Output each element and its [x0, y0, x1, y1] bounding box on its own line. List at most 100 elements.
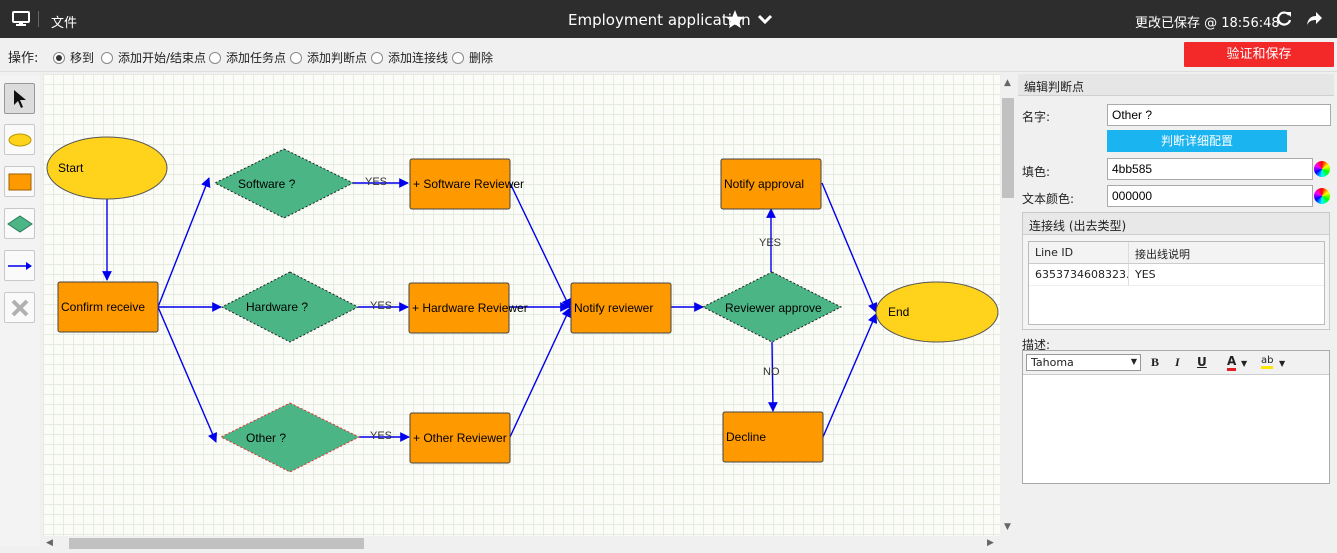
text-color-label: 文本颜色:	[1022, 192, 1075, 206]
operation-label: 操作:	[8, 51, 39, 66]
panel-header: 编辑判断点	[1018, 74, 1334, 96]
diamond-icon	[6, 214, 33, 233]
save-status: 更改已保存 @ 18:56:48	[1135, 16, 1280, 31]
radio-dot[interactable]	[452, 51, 464, 64]
scroll-right-icon[interactable]: ▶	[987, 538, 994, 548]
properties-panel: 编辑判断点 名字: 判断详细配置 填色: 文本颜色: 连接线 (出去类型) Li…	[1018, 74, 1334, 550]
fill-color-input[interactable]	[1107, 158, 1313, 180]
edge-approval-end[interactable]	[821, 182, 878, 313]
monitor-icon[interactable]	[12, 11, 30, 30]
grid-cell-line-id: 6353734608323...	[1029, 264, 1129, 285]
chevron-down-icon[interactable]	[757, 12, 773, 29]
start-node-label: Start	[58, 161, 84, 175]
close-icon	[11, 299, 28, 316]
scroll-up-icon[interactable]: ▲	[1004, 78, 1011, 88]
edge-label-approve-yes: YES	[759, 237, 781, 249]
mode-add-terminal-radio[interactable]: 添加开始/结束点	[101, 49, 206, 66]
font-color-dropdown-icon[interactable]: ▼	[1241, 359, 1247, 368]
mode-add-connector-radio[interactable]: 添加连接线	[371, 49, 448, 66]
scroll-left-icon[interactable]: ◀	[46, 538, 53, 548]
font-color-icon[interactable]: A	[1227, 355, 1237, 371]
pointer-tool[interactable]	[4, 83, 35, 114]
bold-icon[interactable]: B	[1151, 355, 1159, 370]
radio-label: 移到	[70, 51, 95, 65]
color-picker-icon[interactable]	[1314, 161, 1330, 177]
radio-dot[interactable]	[209, 51, 221, 64]
diamond-tool[interactable]	[4, 208, 35, 239]
description-editor[interactable]: Tahoma ▼ B I U A ▼ ab ▼	[1022, 350, 1330, 484]
highlight-icon[interactable]: ab	[1261, 355, 1274, 369]
ellipse-icon	[8, 133, 31, 146]
document-title: Employment application	[568, 11, 751, 29]
share-icon[interactable]	[1305, 11, 1323, 30]
software-reviewer-label: + Software Reviewer	[413, 177, 524, 191]
other-decision-node-selected[interactable]	[219, 402, 361, 473]
italic-icon[interactable]: I	[1175, 355, 1180, 370]
hardware-reviewer-label: + Hardware Reviewer	[412, 301, 528, 315]
validate-save-button[interactable]: 验证和保存	[1184, 42, 1334, 67]
radio-dot[interactable]	[371, 51, 383, 64]
editor-toolbar: Tahoma ▼ B I U A ▼ ab ▼	[1023, 351, 1329, 375]
name-label: 名字:	[1022, 110, 1051, 124]
file-menu[interactable]: 文件	[51, 12, 77, 31]
connector-lines-group: 连接线 (出去类型) Line ID 接出线说明 6353734608323..…	[1022, 212, 1330, 330]
radio-dot[interactable]	[101, 51, 113, 64]
shape-palette	[0, 76, 40, 546]
edge-label-hardware-yes: YES	[370, 300, 392, 312]
edge-confirm-other[interactable]	[157, 306, 218, 443]
grid-header-description[interactable]: 接出线说明	[1129, 242, 1324, 263]
horizontal-scroll-thumb[interactable]	[69, 538, 364, 549]
ellipse-tool[interactable]	[4, 124, 35, 155]
flowchart[interactable]: YES YES YES YES NO Start End Confirm rec…	[43, 74, 1000, 536]
grid-cell-description: YES	[1135, 268, 1156, 281]
radio-dot[interactable]	[290, 51, 302, 64]
grid-header-line-id[interactable]: Line ID	[1029, 242, 1129, 263]
decision-config-button[interactable]: 判断详细配置	[1107, 130, 1287, 152]
title-separator	[38, 11, 39, 27]
mode-add-task-radio[interactable]: 添加任务点	[209, 49, 286, 66]
text-color-input[interactable]	[1107, 185, 1313, 207]
other-decision-label: Other ?	[246, 431, 286, 445]
edge-confirm-software[interactable]	[157, 177, 211, 308]
radio-dot[interactable]	[53, 51, 65, 64]
underline-icon[interactable]: U	[1197, 355, 1207, 369]
scroll-down-icon[interactable]: ▼	[1004, 522, 1011, 532]
vertical-scroll-thumb[interactable]	[1002, 98, 1014, 198]
software-decision-label: Software ?	[238, 177, 296, 191]
radio-label: 添加判断点	[307, 51, 368, 65]
rectangle-tool[interactable]	[4, 166, 35, 197]
edge-label-software-yes: YES	[365, 176, 387, 188]
cursor-icon	[13, 89, 26, 108]
table-row[interactable]: 6353734608323... YES	[1029, 264, 1324, 286]
mode-delete-radio[interactable]: 删除	[452, 49, 493, 66]
other-reviewer-label: + Other Reviewer	[413, 431, 507, 445]
radio-label: 删除	[469, 51, 494, 65]
connector-lines-header: 连接线 (出去类型)	[1023, 213, 1329, 235]
star-icon[interactable]	[725, 10, 745, 32]
reviewer-approve-label: Reviewer approve	[725, 301, 822, 315]
edge-swrev-notify[interactable]	[509, 182, 571, 309]
radio-label: 添加连接线	[388, 51, 449, 65]
mode-add-decision-radio[interactable]: 添加判断点	[290, 49, 367, 66]
end-node-label: End	[888, 305, 909, 319]
arrow-right-icon	[7, 261, 32, 270]
color-picker-icon[interactable]	[1314, 188, 1330, 204]
font-select[interactable]: Tahoma ▼	[1026, 354, 1141, 371]
notify-approval-label: Notify approval	[724, 177, 804, 191]
notify-reviewer-label: Notify reviewer	[574, 301, 653, 315]
canvas-horizontal-scrollbar[interactable]: ◀ ▶	[43, 536, 1000, 551]
name-input[interactable]	[1107, 104, 1331, 126]
hardware-decision-label: Hardware ?	[246, 300, 308, 314]
connector-lines-grid: Line ID 接出线说明 6353734608323... YES	[1028, 241, 1325, 325]
canvas-vertical-scrollbar[interactable]: ▲ ▼	[1000, 74, 1016, 536]
edge-decline-end[interactable]	[822, 313, 878, 438]
refresh-icon[interactable]	[1276, 11, 1292, 30]
mode-move-radio[interactable]: 移到	[53, 49, 94, 66]
connector-tool[interactable]	[4, 250, 35, 281]
operation-toolbar: 操作: 移到 添加开始/结束点 添加任务点 添加判断点 添加连接线 删除 验证和…	[0, 38, 1337, 72]
diagram-canvas[interactable]: YES YES YES YES NO Start End Confirm rec…	[43, 74, 1000, 536]
font-select-value: Tahoma	[1031, 356, 1074, 369]
highlight-dropdown-icon[interactable]: ▼	[1279, 359, 1285, 368]
edge-otrev-notify[interactable]	[509, 307, 571, 438]
delete-tool[interactable]	[4, 292, 35, 323]
